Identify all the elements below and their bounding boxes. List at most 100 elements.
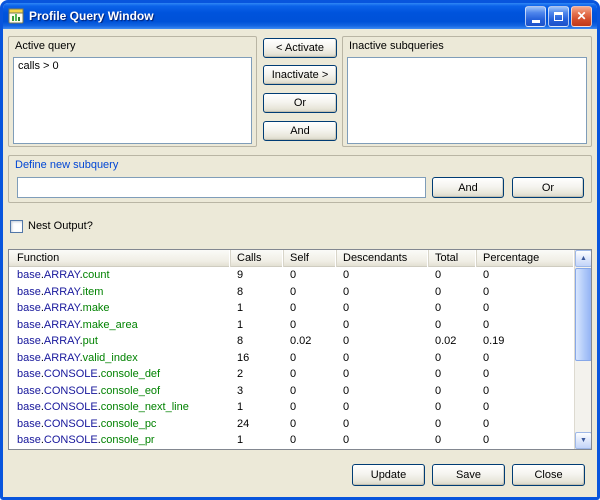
percentage-cell: 0 <box>477 416 574 433</box>
table-header: Function Calls Self Descendants Total Pe… <box>9 250 591 267</box>
self-cell: 0 <box>284 383 337 400</box>
total-cell: 0.02 <box>429 333 477 350</box>
percentage-cell: 0 <box>477 300 574 317</box>
subquery-input[interactable] <box>17 177 426 198</box>
table-row[interactable]: base.CONSOLE.console_next_line 1 0 0 0 0 <box>9 399 574 416</box>
percentage-cell: 0 <box>477 366 574 383</box>
table-body: base.ARRAY.count 9 0 0 0 0 base.ARRAY.it… <box>9 267 574 449</box>
close-button[interactable]: ✕ <box>571 6 592 27</box>
table-row[interactable]: base.ARRAY.make_area 1 0 0 0 0 <box>9 317 574 334</box>
active-query-label: Active query <box>15 40 76 52</box>
percentage-cell: 0.19 <box>477 333 574 350</box>
calls-cell: 2 <box>231 366 284 383</box>
inactive-subqueries-label: Inactive subqueries <box>349 40 444 52</box>
function-cell: base.CONSOLE.console_def <box>9 366 231 383</box>
scroll-thumb[interactable] <box>575 268 592 361</box>
scroll-down-button[interactable]: ▼ <box>575 432 592 449</box>
scroll-track[interactable] <box>575 267 592 432</box>
table-row[interactable]: base.ARRAY.item 8 0 0 0 0 <box>9 284 574 301</box>
descendants-cell: 0 <box>337 333 429 350</box>
total-cell: 0 <box>429 366 477 383</box>
function-cell: base.CONSOLE.console_pc <box>9 416 231 433</box>
total-cell: 0 <box>429 383 477 400</box>
descendants-cell: 0 <box>337 300 429 317</box>
scroll-down-icon: ▼ <box>580 437 587 444</box>
calls-cell: 3 <box>231 383 284 400</box>
header-cell-descendants[interactable]: Descendants <box>337 250 429 267</box>
percentage-cell: 0 <box>477 432 574 449</box>
header-cell-calls[interactable]: Calls <box>231 250 284 267</box>
percentage-cell: 0 <box>477 399 574 416</box>
total-cell: 0 <box>429 317 477 334</box>
function-cell: base.ARRAY.make_area <box>9 317 231 334</box>
or-button[interactable]: Or <box>263 93 337 113</box>
self-cell: 0 <box>284 300 337 317</box>
header-cell-self[interactable]: Self <box>284 250 337 267</box>
total-cell: 0 <box>429 350 477 367</box>
descendants-cell: 0 <box>337 366 429 383</box>
activate-button[interactable]: < Activate <box>263 38 337 58</box>
calls-cell: 1 <box>231 432 284 449</box>
percentage-cell: 0 <box>477 267 574 284</box>
table-row[interactable]: base.ARRAY.valid_index 16 0 0 0 0 <box>9 350 574 367</box>
header-cell-function[interactable]: Function <box>9 250 231 267</box>
percentage-cell: 0 <box>477 317 574 334</box>
descendants-cell: 0 <box>337 416 429 433</box>
window-title: Profile Query Window <box>29 9 520 23</box>
table-row[interactable]: base.CONSOLE.console_pr 1 0 0 0 0 <box>9 432 574 449</box>
subquery-and-button[interactable]: And <box>432 177 504 198</box>
and-button[interactable]: And <box>263 121 337 141</box>
table-row[interactable]: base.ARRAY.make 1 0 0 0 0 <box>9 300 574 317</box>
calls-cell: 24 <box>231 416 284 433</box>
calls-cell: 9 <box>231 267 284 284</box>
table-row[interactable]: base.CONSOLE.console_def 2 0 0 0 0 <box>9 366 574 383</box>
self-cell: 0 <box>284 284 337 301</box>
percentage-cell: 0 <box>477 383 574 400</box>
function-cell: base.ARRAY.make <box>9 300 231 317</box>
inactive-subqueries-list[interactable] <box>347 57 587 144</box>
total-cell: 0 <box>429 284 477 301</box>
self-cell: 0 <box>284 399 337 416</box>
title-bar[interactable]: Profile Query Window ✕ <box>3 3 597 29</box>
header-cell-percentage[interactable]: Percentage <box>477 250 574 267</box>
minimize-button[interactable] <box>525 6 546 27</box>
total-cell: 0 <box>429 267 477 284</box>
self-cell: 0 <box>284 267 337 284</box>
descendants-cell: 0 <box>337 399 429 416</box>
scroll-up-button[interactable]: ▲ <box>575 250 592 267</box>
header-cell-total[interactable]: Total <box>429 250 477 267</box>
table-row[interactable]: base.ARRAY.count 9 0 0 0 0 <box>9 267 574 284</box>
save-button[interactable]: Save <box>432 464 505 486</box>
inactivate-button[interactable]: Inactivate > <box>263 65 337 85</box>
descendants-cell: 0 <box>337 284 429 301</box>
active-query-list[interactable]: calls > 0 <box>13 57 252 144</box>
function-cell: base.CONSOLE.console_next_line <box>9 399 231 416</box>
table-row[interactable]: base.ARRAY.put 8 0.02 0 0.02 0.19 <box>9 333 574 350</box>
minimize-icon <box>532 20 540 23</box>
descendants-cell: 0 <box>337 383 429 400</box>
total-cell: 0 <box>429 432 477 449</box>
percentage-cell: 0 <box>477 284 574 301</box>
self-cell: 0.02 <box>284 333 337 350</box>
subquery-or-button[interactable]: Or <box>512 177 584 198</box>
nest-output-label[interactable]: Nest Output? <box>28 220 93 232</box>
calls-cell: 16 <box>231 350 284 367</box>
function-cell: base.ARRAY.put <box>9 333 231 350</box>
nest-output-checkbox[interactable] <box>10 220 23 233</box>
self-cell: 0 <box>284 432 337 449</box>
nest-output-row: Nest Output? <box>10 219 93 233</box>
close-dialog-button[interactable]: Close <box>512 464 585 486</box>
calls-cell: 1 <box>231 300 284 317</box>
self-cell: 0 <box>284 350 337 367</box>
function-table: Function Calls Self Descendants Total Pe… <box>8 249 592 450</box>
active-query-item[interactable]: calls > 0 <box>14 58 251 74</box>
descendants-cell: 0 <box>337 432 429 449</box>
maximize-button[interactable] <box>548 6 569 27</box>
table-row[interactable]: base.CONSOLE.console_pc 24 0 0 0 0 <box>9 416 574 433</box>
descendants-cell: 0 <box>337 317 429 334</box>
app-icon[interactable] <box>8 8 24 24</box>
maximize-icon <box>554 12 563 21</box>
function-cell: base.ARRAY.count <box>9 267 231 284</box>
update-button[interactable]: Update <box>352 464 425 486</box>
table-row[interactable]: base.CONSOLE.console_eof 3 0 0 0 0 <box>9 383 574 400</box>
